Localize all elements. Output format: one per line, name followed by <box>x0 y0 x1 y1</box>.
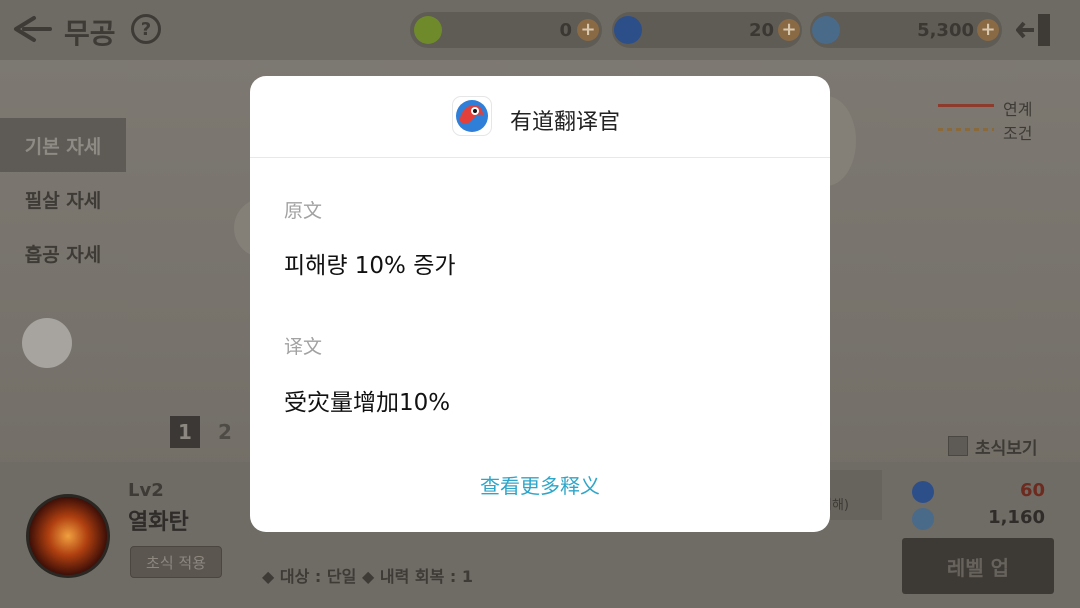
app-name: 有道翻译官 <box>510 110 621 135</box>
link-legend-label: 연계 <box>1003 100 1033 119</box>
link-legend-line <box>938 104 994 107</box>
dialog-header: 有道翻译官 <box>250 76 830 158</box>
cost-secondary-icon <box>912 508 934 530</box>
translation-dialog: 有道翻译官 原文 피해량 10% 증가 译文 受灾量增加10% 查看更多释义 <box>250 76 830 532</box>
tab-basic-stance[interactable]: 기본 자세 <box>0 118 126 172</box>
page-1-button[interactable]: 1 <box>170 416 200 448</box>
target-info: ◆ 대상 : 단일 <box>262 567 357 586</box>
currency-1-value: 0 <box>559 20 572 41</box>
original-text: 피해량 10% 증가 <box>284 253 456 279</box>
more-definitions-link[interactable]: 查看更多释义 <box>250 470 830 499</box>
preview-label: 초식보기 <box>975 439 1038 459</box>
top-bar: 무공 ? 0 + 20 + 5,300 + <box>0 0 1080 60</box>
add-currency-2-button[interactable]: + <box>778 19 800 41</box>
cost-secondary-value: 1,160 <box>988 507 1045 528</box>
apply-skill-button[interactable]: 초식 적용 <box>130 546 222 578</box>
recovery-info-text: 내력 회복 : 1 <box>379 567 473 586</box>
condition-legend-line <box>938 128 994 131</box>
original-label: 原文 <box>284 200 323 222</box>
currency-1-icon <box>414 16 442 44</box>
condition-legend-label: 조건 <box>1003 124 1033 143</box>
page-title: 무공 <box>64 17 116 50</box>
skill-level: Lv2 <box>128 480 164 501</box>
back-arrow-icon[interactable] <box>12 14 52 44</box>
skill-icon[interactable] <box>26 494 110 578</box>
skill-name: 열화탄 <box>128 510 189 535</box>
toggle-button[interactable] <box>22 318 72 368</box>
translation-label: 译文 <box>284 336 323 358</box>
help-icon[interactable]: ? <box>131 14 161 44</box>
add-currency-3-button[interactable]: + <box>977 19 999 41</box>
currency-2-icon <box>614 16 642 44</box>
level-up-button[interactable]: 레벨 업 <box>902 538 1054 594</box>
cost-primary-value: 60 <box>1019 480 1045 501</box>
currency-2-value: 20 <box>748 20 774 41</box>
tab-special-stance[interactable]: 필살 자세 <box>0 172 126 226</box>
currency-3-value: 5,300 <box>917 20 974 41</box>
preview-checkbox[interactable] <box>948 436 968 456</box>
tab-absorb-stance[interactable]: 흡공 자세 <box>0 226 126 280</box>
exit-icon[interactable] <box>1016 12 1054 48</box>
cost-primary-icon <box>912 481 934 503</box>
translation-text: 受灾量增加10% <box>284 390 451 416</box>
stance-tabs: 기본 자세 필살 자세 흡공 자세 <box>0 60 128 460</box>
currency-3-icon <box>812 16 840 44</box>
target-info-text: 대상 : 단일 <box>279 567 357 586</box>
youdao-app-icon <box>452 96 492 136</box>
page-2-button[interactable]: 2 <box>210 416 240 448</box>
recovery-info: ◆ 내력 회복 : 1 <box>362 567 473 586</box>
add-currency-1-button[interactable]: + <box>577 19 599 41</box>
